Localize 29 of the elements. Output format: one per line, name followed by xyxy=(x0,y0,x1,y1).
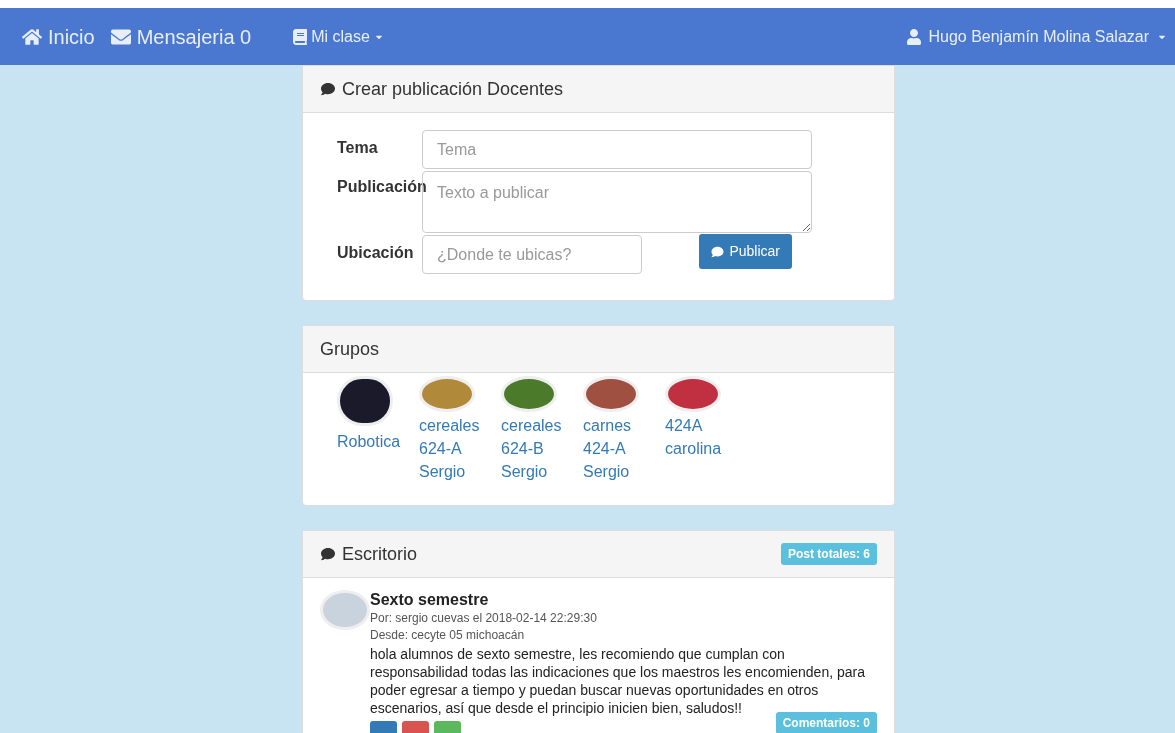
avatar-placeholder xyxy=(320,590,370,630)
user-icon xyxy=(906,28,923,45)
post-title: Sexto semestre xyxy=(370,590,490,610)
panel-title: Grupos xyxy=(320,337,380,361)
home-icon xyxy=(22,26,42,47)
group-link[interactable]: carnes 424-A Sergio xyxy=(583,414,645,483)
post-count-badge: Post totales: 6 xyxy=(780,543,877,565)
group-link[interactable]: cereales 624-A Sergio xyxy=(419,414,481,483)
nav-dropdown[interactable]: Mi clase xyxy=(293,24,384,49)
input-field[interactable]: ¿Donde te ubicas? xyxy=(422,235,642,274)
publish-button[interactable]: Publicar xyxy=(699,234,792,269)
field-label: Ubicación xyxy=(337,243,415,263)
group-link[interactable]: Robotica xyxy=(337,430,399,453)
speech-bubble-icon xyxy=(320,547,336,561)
input-field[interactable]: Tema xyxy=(422,130,812,169)
panel-title: Crear publicación Docentes xyxy=(342,77,564,101)
speech-bubble-icon xyxy=(711,245,725,258)
post-location: Desde: cecyte 05 michoacán xyxy=(370,627,526,644)
nav-link[interactable]: Inicio xyxy=(22,21,95,52)
field-label: Tema xyxy=(337,138,379,158)
panel-title: Escritorio xyxy=(342,542,417,566)
user-menu[interactable]: Hugo Benjamín Molina Salazar xyxy=(906,24,1167,49)
speech-bubble-icon xyxy=(320,82,336,96)
book-icon xyxy=(293,28,308,45)
nav-link[interactable]: Mensajeria 0 xyxy=(110,21,252,52)
group-photo[interactable] xyxy=(337,376,393,426)
group-link[interactable]: cereales 624-B Sergio xyxy=(501,414,563,483)
group-link[interactable]: 424A carolina xyxy=(665,414,727,460)
post-author: Por: sergio cuevas el 2018-02-14 22:29:30 xyxy=(370,610,598,627)
